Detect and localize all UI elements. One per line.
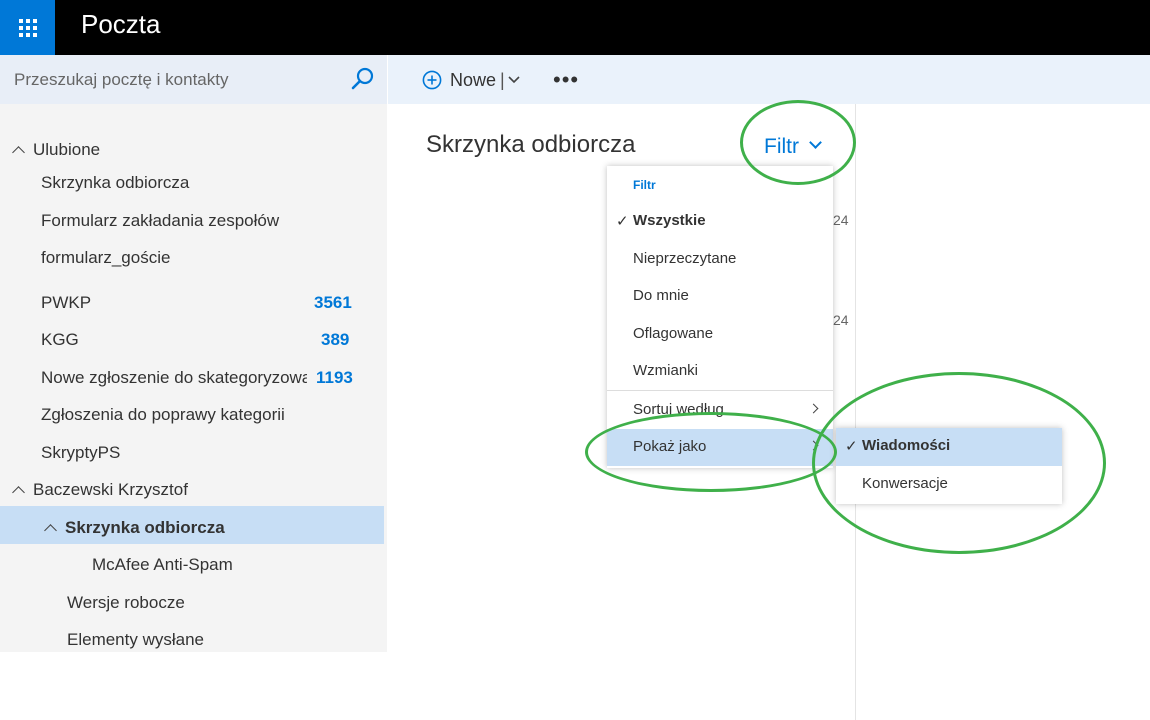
page-title: Skrzynka odbiorcza: [426, 131, 636, 158]
top-bar: Poczta: [0, 0, 1150, 55]
favorites-header-label: Ulubione: [33, 140, 101, 159]
account-header[interactable]: Baczewski Krzysztof: [12, 480, 188, 500]
chevron-up-icon: [44, 524, 57, 537]
unread-count-badge: 389: [321, 330, 350, 349]
account-header-label: Baczewski Krzysztof: [33, 480, 188, 499]
more-options-button[interactable]: •••: [553, 67, 579, 93]
menu-item-label: Pokaż jako: [633, 438, 707, 455]
menu-item-label: Do mnie: [633, 287, 689, 304]
chevron-up-icon: [12, 486, 25, 499]
menu-item-label: Nieprzeczytane: [633, 250, 737, 267]
command-bar: Nowe | •••: [388, 55, 1150, 104]
sidebar-item-skryptyps[interactable]: SkryptyPS: [41, 443, 120, 463]
menu-item-conversations[interactable]: Konwersacje: [836, 466, 1062, 504]
menu-header: Filtr: [633, 178, 656, 192]
menu-item-mentions[interactable]: Wzmianki: [607, 353, 833, 390]
plus-circle-icon: [422, 70, 442, 90]
chevron-right-icon: [808, 440, 819, 451]
chevron-right-icon: [808, 403, 819, 414]
search-input[interactable]: [0, 55, 340, 104]
sidebar-item-sent[interactable]: Elementy wysłane: [67, 630, 204, 650]
search-icon[interactable]: [350, 66, 376, 92]
unread-count-badge: 3561: [314, 293, 352, 312]
menu-item-label: Wszystkie: [633, 212, 706, 229]
sidebar-item-favorite-inbox[interactable]: Skrzynka odbiorcza: [41, 173, 189, 193]
sidebar-item-mcafee[interactable]: McAfee Anti-Spam: [92, 555, 233, 575]
sidebar-item-inbox[interactable]: Skrzynka odbiorcza: [44, 518, 225, 538]
favorites-header[interactable]: Ulubione: [12, 140, 101, 160]
menu-divider: [607, 390, 833, 391]
menu-item-show-as[interactable]: Pokaż jako: [607, 429, 833, 466]
search-box: [0, 55, 387, 104]
chevron-down-icon[interactable]: [507, 75, 521, 85]
menu-item-label: Oflagowane: [633, 325, 714, 342]
inbox-label: Skrzynka odbiorcza: [65, 518, 225, 537]
filter-button[interactable]: Filtr: [764, 135, 799, 159]
menu-item-label: Konwersacje: [862, 475, 948, 492]
menu-item-label: Wzmianki: [633, 362, 699, 379]
menu-item-label: Wiadomości: [862, 437, 951, 454]
menu-item-label: Sortuj według: [633, 401, 724, 418]
sidebar-item-favorite-team-form[interactable]: Formularz zakładania zespołów: [41, 211, 279, 231]
menu-item-sort-by[interactable]: Sortuj według: [607, 392, 833, 429]
menu-item-unread[interactable]: Nieprzeczytane: [607, 241, 833, 278]
menu-item-all[interactable]: ✓ Wszystkie: [607, 203, 833, 240]
new-button-label: Nowe: [450, 69, 497, 90]
checkmark-icon: ✓: [845, 438, 858, 455]
sidebar-item-category-fixes[interactable]: Zgłoszenia do poprawy kategorii: [41, 405, 285, 425]
sidebar-item-kgg[interactable]: KGG: [41, 330, 79, 350]
menu-item-flagged[interactable]: Oflagowane: [607, 316, 833, 353]
pane-divider: [855, 104, 856, 720]
folder-pane: Ulubione Skrzynka odbiorcza Formularz za…: [0, 104, 387, 652]
message-date-fragment: 24: [833, 212, 849, 228]
chevron-up-icon: [12, 146, 25, 159]
sidebar-item-new-requests[interactable]: Nowe zgłoszenie do skategoryzowa: [41, 368, 307, 388]
filter-dropdown-menu: Filtr ✓ Wszystkie Nieprzeczytane Do mnie…: [607, 166, 833, 468]
chevron-down-icon[interactable]: [809, 136, 822, 149]
app-title: Poczta: [81, 9, 161, 39]
app-launcher-icon[interactable]: [0, 0, 55, 55]
checkmark-icon: ✓: [616, 213, 629, 230]
sidebar-item-drafts[interactable]: Wersje robocze: [67, 593, 185, 613]
new-message-button[interactable]: Nowe |: [422, 68, 521, 92]
menu-item-to-me[interactable]: Do mnie: [607, 278, 833, 315]
unread-count-badge: 1193: [316, 368, 353, 387]
message-date-fragment: 24: [833, 312, 849, 328]
separator: |: [500, 69, 505, 90]
menu-item-messages[interactable]: ✓ Wiadomości: [836, 428, 1062, 466]
show-as-submenu: ✓ Wiadomości Konwersacje: [836, 428, 1062, 504]
sidebar-item-favorite-guests-form[interactable]: formularz_goście: [41, 248, 170, 268]
sidebar-item-pwkp[interactable]: PWKP: [41, 293, 91, 313]
